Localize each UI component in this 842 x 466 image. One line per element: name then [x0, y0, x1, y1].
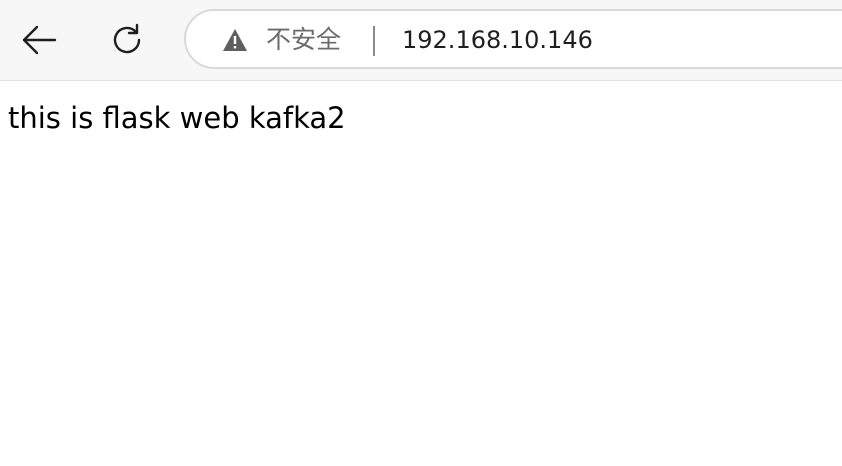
arrow-left-icon — [22, 25, 57, 55]
url-text[interactable]: 192.168.10.146 — [402, 25, 593, 55]
address-bar-divider — [373, 26, 375, 56]
warning-icon[interactable] — [222, 28, 248, 52]
address-bar[interactable]: 不安全 192.168.10.146 — [184, 9, 842, 69]
reload-icon — [113, 23, 141, 54]
back-button[interactable] — [16, 17, 62, 63]
browser-toolbar: 不安全 192.168.10.146 — [0, 0, 842, 81]
page-body-text: this is flask web kafka2 — [8, 101, 346, 135]
security-status-label[interactable]: 不安全 — [266, 25, 341, 55]
reload-button[interactable] — [104, 17, 150, 63]
